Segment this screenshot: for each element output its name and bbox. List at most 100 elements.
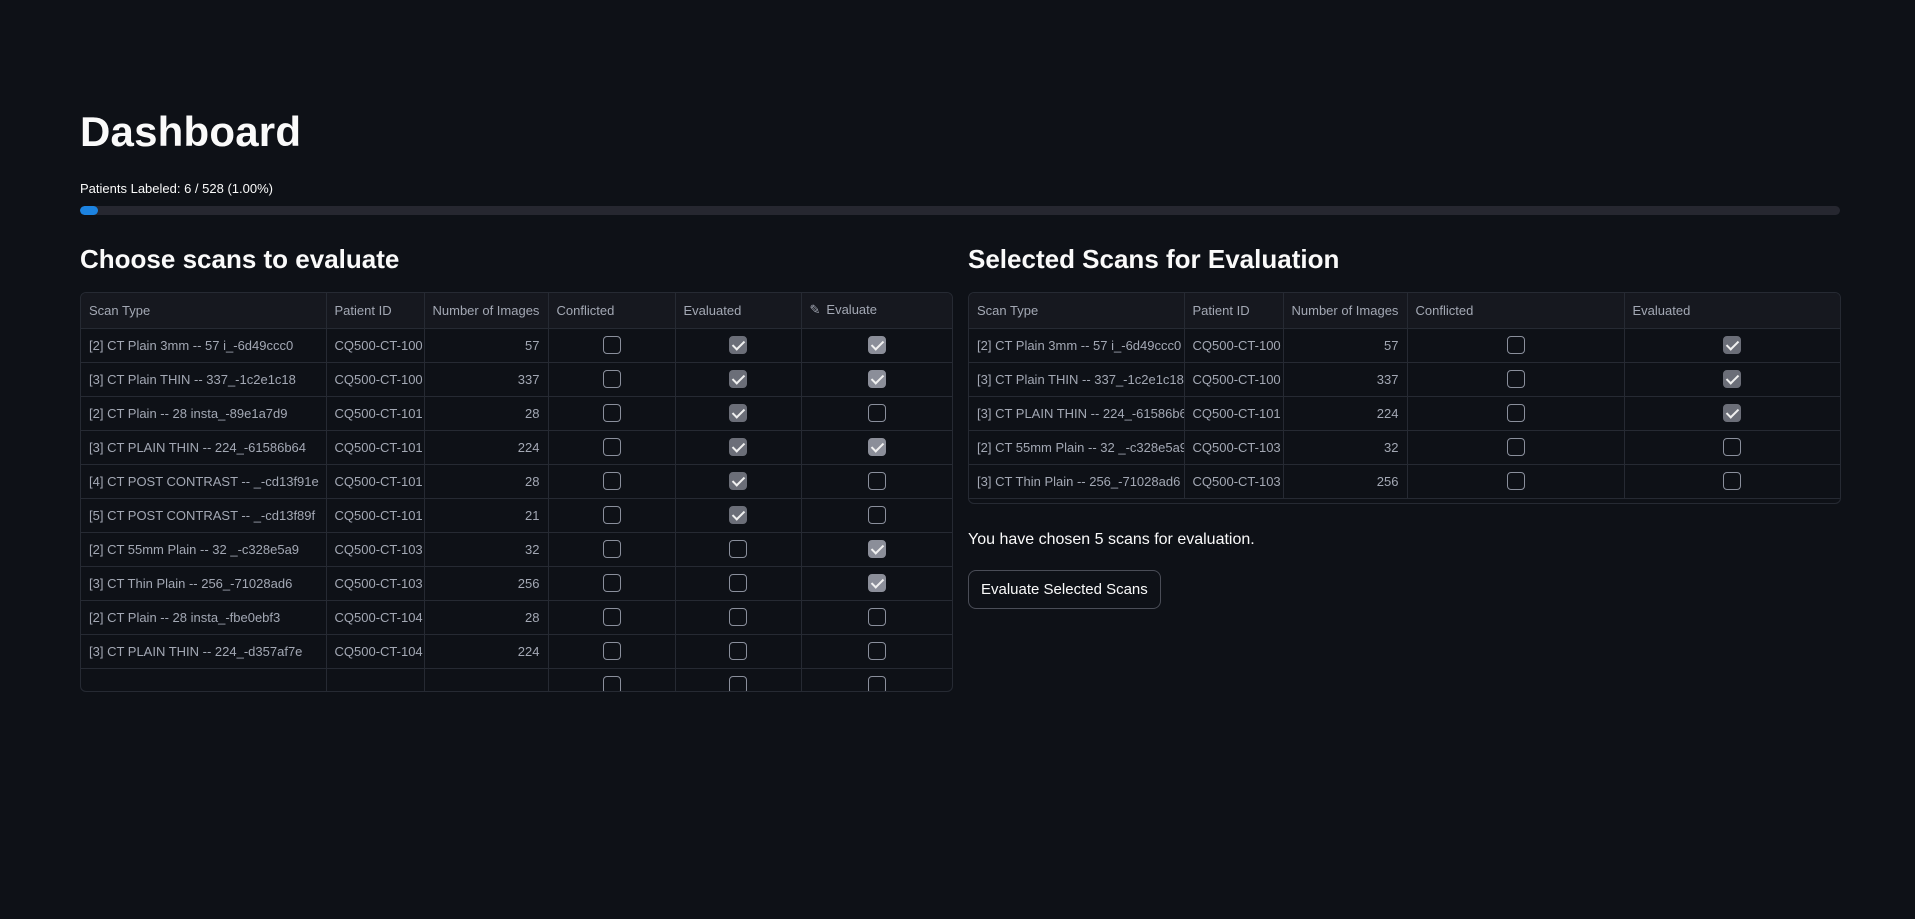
evaluated-checkbox	[1723, 336, 1742, 354]
cell-evaluated	[675, 362, 802, 397]
evaluate-checkbox[interactable]	[867, 370, 886, 388]
table-row[interactable]: [2] CT 55mm Plain -- 32 _-c328e5a9 CQ500-…	[81, 532, 952, 567]
cell-evaluate[interactable]	[801, 634, 952, 669]
table-row[interactable]: [4] CT POST CONTRAST -- _-cd13f91e CQ500-…	[81, 464, 952, 499]
cell-number-of-images: 256	[424, 566, 549, 601]
table-row[interactable]: [2] CT Plain -- 28 insta_-89e1a7d9 CQ500-…	[81, 396, 952, 431]
cell-conflicted	[548, 362, 676, 397]
column-header-evaluated[interactable]: Evaluated	[1624, 293, 1840, 329]
cell-scan-type: [3] CT Thin Plain -- 256_-71028ad6	[969, 464, 1185, 499]
cell-patient-id: CQ500-CT-101	[1184, 396, 1284, 431]
column-header-scan-type[interactable]: Scan Type	[969, 293, 1185, 329]
cell-patient-id: CQ500-CT-100	[1184, 328, 1284, 363]
conflicted-checkbox	[1506, 472, 1525, 490]
column-header-patient-id[interactable]: Patient ID	[1184, 293, 1284, 329]
evaluate-checkbox[interactable]	[867, 336, 886, 354]
cell-scan-type: [5] CT POST CONTRAST -- _-cd13f89f	[81, 498, 327, 533]
conflicted-checkbox	[602, 608, 621, 626]
column-header-evaluated[interactable]: Evaluated	[675, 293, 802, 329]
cell-evaluate[interactable]	[801, 328, 952, 363]
table-row[interactable]: [3] CT PLAIN THIN -- 224_-d357af7e CQ500-…	[81, 634, 952, 669]
cell-evaluate[interactable]	[801, 566, 952, 601]
progress-bar-fill	[80, 206, 98, 215]
conflicted-checkbox	[1506, 438, 1525, 456]
cell-number-of-images: 256	[1283, 464, 1408, 499]
cell-evaluate[interactable]	[801, 532, 952, 567]
conflicted-checkbox	[602, 438, 621, 456]
cell-evaluate[interactable]	[801, 498, 952, 533]
evaluate-checkbox[interactable]	[867, 404, 886, 422]
cell-conflicted	[548, 566, 676, 601]
cell-conflicted	[548, 532, 676, 567]
cell-evaluated	[675, 634, 802, 669]
table-row[interactable]: [2] CT Plain 3mm -- 57 i_-6d49ccc0 CQ500-…	[969, 328, 1840, 363]
table-row[interactable]: [2] CT Plain -- 28 insta_-fbe0ebf3 CQ500-…	[81, 600, 952, 635]
column-header-number-of-images[interactable]: Number of Images	[1283, 293, 1408, 329]
cell-patient-id: CQ500-CT-101	[326, 464, 425, 499]
cell-evaluated	[1624, 362, 1840, 397]
cell-number-of-images	[424, 668, 549, 691]
evaluated-checkbox	[1723, 370, 1742, 388]
table-row[interactable]: [5] CT POST CONTRAST -- _-cd13f89f CQ500-…	[81, 498, 952, 533]
column-header-evaluate[interactable]: ✎ Evaluate	[801, 293, 952, 329]
table-row[interactable]: [2] CT Plain 3mm -- 57 i_-6d49ccc0 CQ500-…	[81, 328, 952, 363]
cell-conflicted	[1407, 396, 1625, 431]
table-row[interactable]: [3] CT Plain THIN -- 337_-1c2e1c18 CQ500-…	[81, 362, 952, 397]
cell-patient-id: CQ500-CT-100	[1184, 362, 1284, 397]
cell-evaluated	[1624, 464, 1840, 499]
cell-evaluate[interactable]	[801, 362, 952, 397]
table-row[interactable]: [3] CT Thin Plain -- 256_-71028ad6 CQ500-…	[81, 566, 952, 601]
cell-number-of-images: 28	[424, 396, 549, 431]
choose-scans-title: Choose scans to evaluate	[80, 244, 400, 274]
column-header-conflicted[interactable]: Conflicted	[548, 293, 676, 329]
table-row[interactable]: [3] CT PLAIN THIN -- 224_-61586b64 CQ500-…	[969, 396, 1840, 431]
table-row[interactable]: [3] CT Thin Plain -- 256_-71028ad6 CQ500-…	[969, 464, 1840, 499]
cell-scan-type: [3] CT PLAIN THIN -- 224_-61586b64	[969, 396, 1185, 431]
evaluate-checkbox[interactable]	[867, 540, 886, 558]
selected-scans-title: Selected Scans for Evaluation	[968, 244, 1340, 274]
cell-patient-id: CQ500-CT-103	[326, 532, 425, 567]
evaluate-checkbox[interactable]	[867, 506, 886, 524]
cell-number-of-images: 224	[424, 430, 549, 465]
conflicted-checkbox	[602, 336, 621, 354]
cell-conflicted	[548, 634, 676, 669]
cell-evaluated	[675, 532, 802, 567]
evaluated-checkbox	[1723, 472, 1742, 490]
column-header-conflicted[interactable]: Conflicted	[1407, 293, 1625, 329]
column-header-scan-type[interactable]: Scan Type	[81, 293, 327, 329]
evaluate-checkbox[interactable]	[867, 676, 886, 691]
cell-evaluate[interactable]	[801, 668, 952, 691]
cell-number-of-images: 28	[424, 464, 549, 499]
cell-scan-type: [2] CT 55mm Plain -- 32 _-c328e5a9	[969, 430, 1185, 465]
cell-evaluate[interactable]	[801, 430, 952, 465]
cell-number-of-images: 337	[1283, 362, 1408, 397]
column-header-patient-id[interactable]: Patient ID	[326, 293, 425, 329]
evaluate-checkbox[interactable]	[867, 472, 886, 490]
table-row[interactable]: [2] CT 55mm Plain -- 32 _-c328e5a9 CQ500-…	[969, 430, 1840, 465]
cell-evaluate[interactable]	[801, 396, 952, 431]
evaluate-checkbox[interactable]	[867, 608, 886, 626]
cell-number-of-images: 337	[424, 362, 549, 397]
evaluate-selected-scans-button[interactable]: Evaluate Selected Scans	[968, 570, 1161, 609]
evaluated-checkbox	[729, 506, 747, 524]
conflicted-checkbox	[602, 370, 621, 388]
evaluated-checkbox	[729, 574, 747, 592]
choose-scans-table[interactable]: Scan Type Patient ID Number of Images Co…	[80, 292, 953, 692]
table-row[interactable]	[81, 668, 952, 691]
table-row[interactable]: [3] CT PLAIN THIN -- 224_-61586b64 CQ500-…	[81, 430, 952, 465]
column-header-number-of-images[interactable]: Number of Images	[424, 293, 549, 329]
cell-conflicted	[548, 464, 676, 499]
cell-conflicted	[548, 328, 676, 363]
cell-evaluated	[1624, 328, 1840, 363]
cell-evaluate[interactable]	[801, 464, 952, 499]
cell-patient-id: CQ500-CT-101	[326, 396, 425, 431]
table-row[interactable]: [3] CT Plain THIN -- 337_-1c2e1c18 CQ500-…	[969, 362, 1840, 397]
cell-evaluate[interactable]	[801, 600, 952, 635]
cell-patient-id: CQ500-CT-103	[1184, 430, 1284, 465]
evaluate-checkbox[interactable]	[867, 574, 886, 592]
conflicted-checkbox	[602, 472, 621, 490]
evaluated-checkbox	[729, 676, 747, 691]
evaluate-checkbox[interactable]	[867, 642, 886, 660]
evaluate-checkbox[interactable]	[867, 438, 886, 456]
selected-scans-table[interactable]: Scan Type Patient ID Number of Images Co…	[968, 292, 1841, 504]
